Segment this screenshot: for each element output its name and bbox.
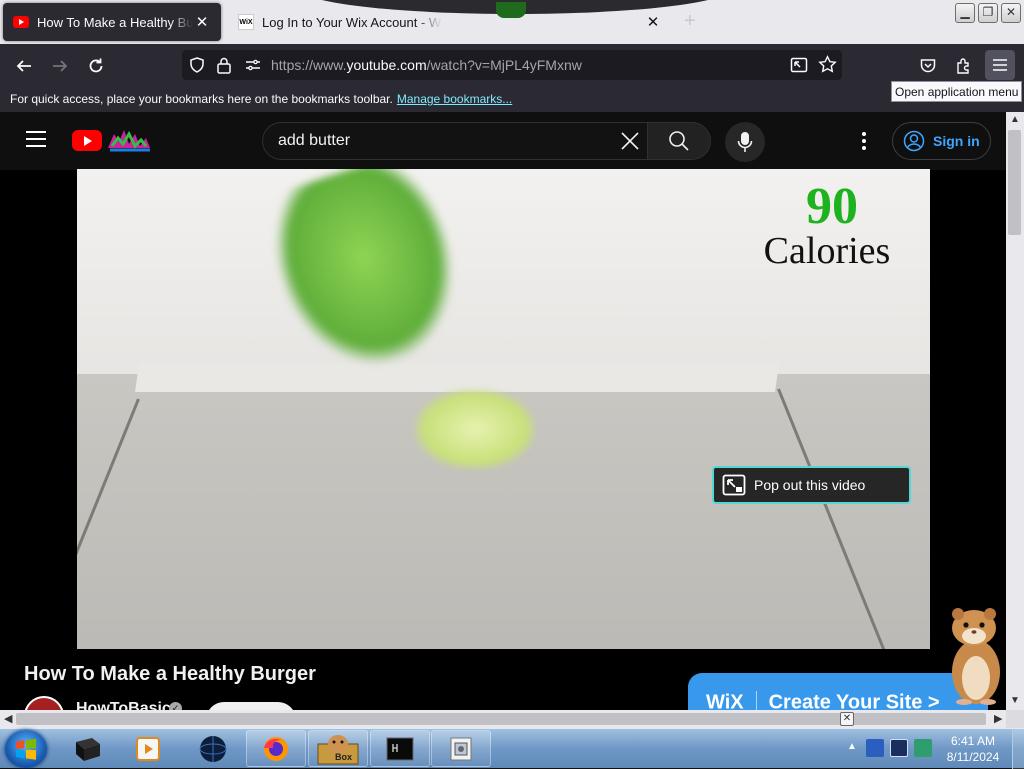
start-button[interactable] <box>5 730 47 768</box>
scroll-down-arrow-icon[interactable]: ▼ <box>1010 695 1020 706</box>
system-clock[interactable]: 6:41 AM 8/11/2024 <box>944 733 1002 765</box>
taskbar: Box ▲ 6:41 AM 8/11/2024 <box>0 728 1024 769</box>
tab-strip: How To Make a Healthy Burger ✕ WiX Log I… <box>0 0 1024 44</box>
bookmarks-toolbar: For quick access, place your bookmarks h… <box>0 86 1024 112</box>
back-arrow-icon <box>16 60 31 72</box>
bookmark-star-icon[interactable] <box>818 55 837 74</box>
picture-in-picture-icon <box>722 474 746 496</box>
scroll-up-arrow-icon[interactable]: ▲ <box>1010 114 1020 125</box>
url-text[interactable]: https://www.youtube.com/watch?v=MjPL4yFM… <box>271 57 582 73</box>
extensions-button[interactable] <box>952 54 976 78</box>
tab-youtube[interactable]: How To Make a Healthy Burger ✕ <box>3 3 221 41</box>
clock-time: 6:41 AM <box>950 734 996 748</box>
youtube-favicon-icon <box>13 14 29 30</box>
close-bar-icon[interactable]: ✕ <box>840 712 854 726</box>
show-hidden-icons-arrow[interactable]: ▲ <box>847 741 857 752</box>
tray-app-icon[interactable] <box>866 739 884 757</box>
wix-ad-banner[interactable]: WiX Create Your Site > <box>688 673 988 713</box>
app-menu-tooltip: Open application menu <box>891 81 1022 102</box>
tab-close-icon[interactable]: ✕ <box>193 13 211 31</box>
reload-icon <box>89 58 103 73</box>
tab-wix[interactable]: WiX Log In to Your Wix Account - Wix ✕ <box>228 3 672 41</box>
navigation-toolbar: https://www.youtube.com/watch?v=MjPL4yFM… <box>0 44 1024 86</box>
video-title: How To Make a Healthy Burger <box>24 663 316 685</box>
url-bar[interactable]: https://www.youtube.com/watch?v=MjPL4yFM… <box>182 50 842 80</box>
youtube-doodle-icon[interactable] <box>104 128 154 152</box>
restore-window-button[interactable]: ❐ <box>978 3 998 23</box>
search-button[interactable] <box>647 122 711 160</box>
media-player-icon <box>136 736 160 761</box>
reload-button[interactable] <box>84 54 108 78</box>
forward-button[interactable] <box>48 54 72 78</box>
lock-icon[interactable] <box>216 56 232 74</box>
search-icon <box>669 131 689 151</box>
black-box-app-icon <box>76 737 100 761</box>
horizontal-scrollbar[interactable]: ◀ ▶ <box>0 710 1006 728</box>
image-viewer-icon <box>450 737 472 760</box>
video-frame-lettuce <box>415 389 535 469</box>
pop-out-label: Pop out this video <box>754 477 866 493</box>
microphone-icon <box>737 132 753 152</box>
manage-bookmarks-link[interactable]: Manage bookmarks... <box>397 92 512 106</box>
calories-number-overlay: 90 <box>806 178 858 235</box>
clock-date: 8/11/2024 <box>946 750 1000 764</box>
firefox-icon <box>264 736 288 761</box>
back-button[interactable] <box>12 54 36 78</box>
clear-search-icon[interactable] <box>619 130 641 152</box>
pocket-button[interactable] <box>916 54 940 78</box>
youtube-logo-icon[interactable] <box>72 130 102 151</box>
tracking-protection-shield-icon[interactable] <box>188 56 206 74</box>
youtube-masthead: Sign in <box>0 112 1006 170</box>
hamster-desktop-pet-icon[interactable] <box>944 606 1006 706</box>
tab-title: Log In to Your Wix Account - Wix <box>262 14 442 30</box>
network-icon[interactable] <box>890 739 908 757</box>
sign-in-label: Sign in <box>933 133 980 149</box>
sign-in-button[interactable]: Sign in <box>892 122 991 160</box>
show-desktop-button[interactable] <box>1012 729 1024 769</box>
wix-favicon-icon: WiX <box>238 14 254 30</box>
scroll-right-arrow-icon[interactable]: ▶ <box>994 712 1002 725</box>
box-app-label: Box <box>335 752 353 762</box>
search-box[interactable] <box>262 122 648 160</box>
pop-out-video-button[interactable]: Pop out this video <box>712 466 911 504</box>
tray-app-icon[interactable] <box>914 739 932 757</box>
forward-arrow-icon <box>53 60 68 72</box>
taskbar-app-firefox[interactable] <box>246 730 306 767</box>
taskbar-app-box[interactable]: Box <box>308 730 368 767</box>
taskbar-app-viewer[interactable] <box>431 730 491 767</box>
taskbar-app-media-player[interactable] <box>118 730 178 767</box>
close-window-button[interactable]: ✕ <box>1001 3 1021 23</box>
new-tab-button[interactable]: + <box>684 10 696 33</box>
minimize-window-button[interactable]: ▁ <box>955 3 975 23</box>
voice-search-button[interactable] <box>725 122 765 162</box>
taskbar-app-globe[interactable] <box>183 730 243 767</box>
settings-more-button[interactable] <box>855 130 873 152</box>
picture-in-picture-icon[interactable] <box>790 56 808 74</box>
vertical-scrollbar[interactable]: ▲ ▼ <box>1006 112 1024 710</box>
guide-menu-button[interactable] <box>26 131 46 147</box>
windows-logo-icon <box>16 738 36 760</box>
application-menu-button[interactable] <box>985 50 1015 80</box>
scroll-left-arrow-icon[interactable]: ◀ <box>4 712 12 725</box>
pocket-icon <box>920 59 936 73</box>
hamburger-menu-icon <box>993 59 1007 71</box>
globe-app-icon <box>199 735 227 762</box>
account-circle-icon <box>903 130 925 152</box>
bookmarks-message: For quick access, place your bookmarks h… <box>10 92 513 106</box>
taskbar-app-console[interactable] <box>370 730 430 767</box>
search-input[interactable] <box>278 132 598 150</box>
taskbar-app-terminal[interactable] <box>58 730 118 767</box>
puzzle-piece-icon <box>957 58 969 74</box>
calories-label-overlay: Calories <box>763 230 891 272</box>
console-window-icon <box>386 737 414 760</box>
tab-title: How To Make a Healthy Burger <box>37 14 193 30</box>
vertical-scroll-thumb[interactable] <box>1008 130 1021 235</box>
tab-close-icon[interactable]: ✕ <box>644 13 662 31</box>
video-player[interactable]: 90 Calories <box>77 169 930 649</box>
video-frame-baseboard <box>135 364 779 392</box>
scrollbar-corner <box>1006 710 1024 728</box>
permissions-icon[interactable] <box>244 57 262 73</box>
